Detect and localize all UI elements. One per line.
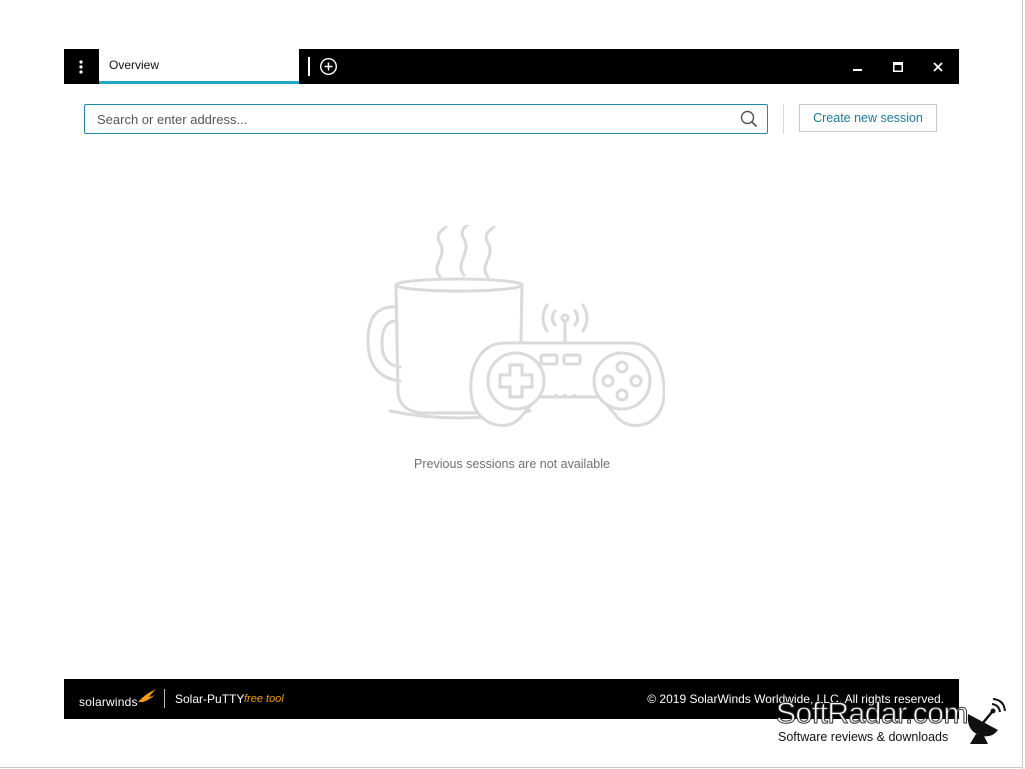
create-new-session-button[interactable]: Create new session — [799, 104, 937, 132]
satellite-dish-icon — [967, 698, 1006, 744]
search-icon[interactable] — [740, 110, 758, 128]
brand-logo-text: solarwinds — [79, 695, 138, 709]
vertical-dots-icon — [79, 59, 83, 74]
title-bar: Overview — [64, 49, 959, 84]
tab-overview[interactable]: Overview — [99, 49, 299, 84]
empty-state-message: Previous sessions are not available — [414, 457, 610, 471]
window-bottom-edge — [0, 767, 1022, 768]
plus-circle-icon[interactable] — [319, 57, 338, 76]
solarwinds-flame-icon — [138, 689, 156, 702]
minimize-button[interactable] — [838, 49, 878, 84]
window-right-edge — [1022, 0, 1023, 769]
watermark-subtitle: Software reviews & downloads — [778, 730, 949, 744]
search-box — [84, 104, 768, 134]
tab-label: Overview — [109, 58, 160, 72]
menu-button[interactable] — [64, 49, 98, 84]
close-icon — [933, 61, 943, 72]
free-tool-badge: free tool — [244, 693, 284, 705]
minimize-icon — [853, 68, 862, 71]
close-button[interactable] — [918, 49, 958, 84]
watermark-title: SoftRadar.com — [776, 697, 969, 731]
toolbar-divider — [783, 104, 784, 134]
maximize-button[interactable] — [878, 49, 918, 84]
product-name: Solar-PuTTY — [175, 692, 245, 706]
footer-divider — [164, 689, 165, 708]
coffee-gamepad-illustration — [366, 225, 665, 427]
tab-separator — [308, 57, 310, 76]
maximize-icon — [893, 61, 903, 72]
search-input[interactable] — [85, 105, 737, 133]
